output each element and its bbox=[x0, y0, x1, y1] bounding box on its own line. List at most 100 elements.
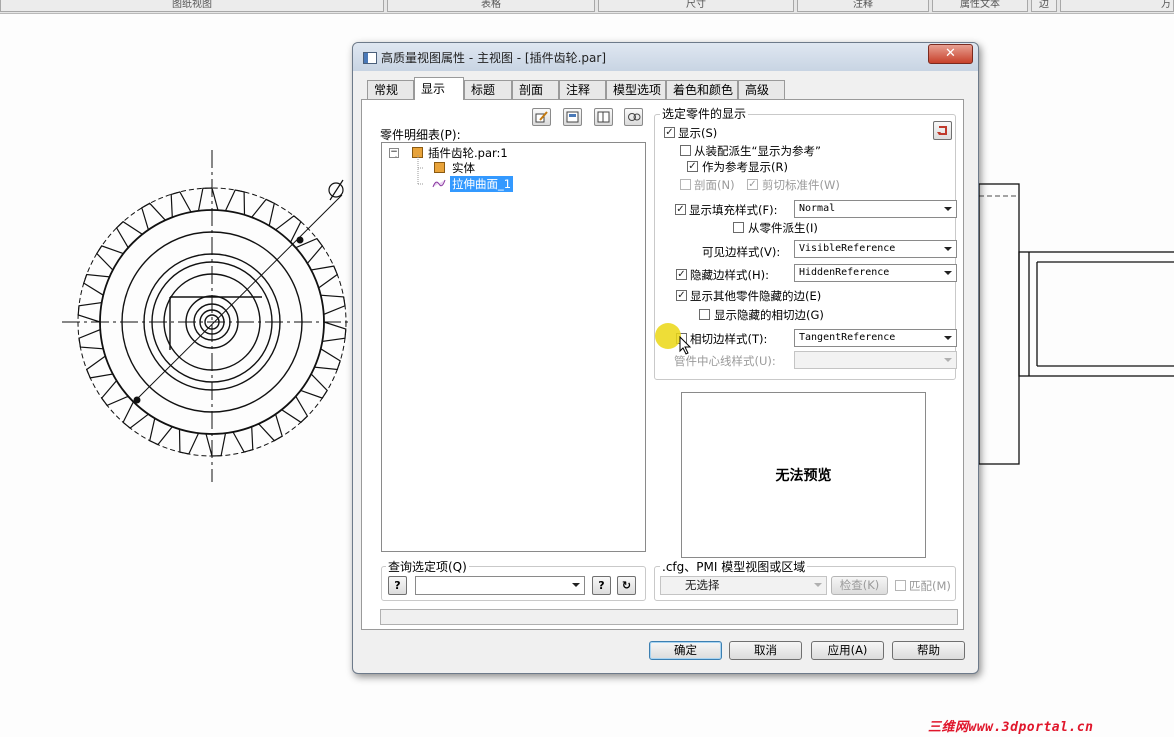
cfg-select[interactable]: 无选择 bbox=[660, 576, 827, 595]
chevron-down-icon bbox=[944, 271, 952, 275]
fill-style-label: 显示填充样式(F): bbox=[689, 203, 778, 217]
hidden-edge-label: 隐藏边样式(H): bbox=[690, 268, 769, 282]
cancel-button[interactable]: 取消 bbox=[729, 641, 802, 660]
toolbar-tab-annotation[interactable]: 注释 bbox=[797, 0, 929, 12]
close-button[interactable]: ✕ bbox=[928, 44, 973, 64]
tab-advanced[interactable]: 高级 bbox=[738, 80, 785, 99]
table-columns-icon bbox=[597, 111, 610, 123]
show-as-reference-checkbox[interactable]: ✓ bbox=[687, 161, 698, 172]
tab-annotation[interactable]: 注释 bbox=[559, 80, 606, 99]
show-other-hidden-checkbox[interactable]: ✓ bbox=[676, 290, 687, 301]
dialog-title: 高质量视图属性 - 主视图 - [插件齿轮.par] bbox=[381, 51, 607, 65]
display-tab-page: 零件明细表(P): − 插件齿轮.par:1 实体 拉伸曲面_1 选定零件的显示… bbox=[361, 99, 964, 630]
tree-root-item[interactable]: 插件齿轮.par:1 bbox=[428, 145, 508, 161]
clip-plane-checkbox[interactable]: ✓ bbox=[747, 179, 758, 190]
chevron-down-icon bbox=[944, 247, 952, 251]
toolbar-tab-drawing-view[interactable]: 图纸视图 bbox=[0, 0, 384, 12]
parts-tree[interactable]: − 插件齿轮.par:1 实体 拉伸曲面_1 bbox=[381, 142, 646, 552]
derive-from-part-checkbox[interactable] bbox=[733, 222, 744, 233]
query-select[interactable] bbox=[415, 576, 585, 595]
mouse-cursor-icon bbox=[679, 336, 692, 355]
cfg-group-title: .cfg、PMI 模型视图或区域 bbox=[660, 558, 808, 575]
preview-message: 无法预览 bbox=[775, 468, 832, 484]
tab-caption[interactable]: 标题 bbox=[464, 80, 512, 99]
tool-button-1[interactable] bbox=[532, 108, 551, 126]
reset-arrow-icon bbox=[937, 126, 947, 135]
fill-style-checkbox[interactable]: ✓ bbox=[675, 204, 686, 215]
toolbar-tab-edge[interactable]: 边 bbox=[1031, 0, 1057, 12]
preview-pane: 无法预览 bbox=[681, 392, 926, 558]
diameter-symbol bbox=[328, 179, 344, 201]
fill-style-value: Normal bbox=[799, 203, 836, 214]
tree-lines bbox=[395, 155, 424, 185]
toolbar-tab-dimension[interactable]: 尺寸 bbox=[598, 0, 794, 12]
reset-display-button[interactable] bbox=[933, 121, 952, 140]
status-bar bbox=[380, 609, 958, 625]
visible-edge-value: VisibleReference bbox=[799, 243, 896, 254]
show-checkbox[interactable]: ✓ bbox=[664, 127, 675, 138]
check-button[interactable]: 检查(K) bbox=[831, 576, 888, 595]
derive-from-part-label: 从零件派生(I) bbox=[748, 221, 818, 235]
surface-icon bbox=[432, 179, 446, 188]
show-other-hidden-label: 显示其他零件隐藏的边(E) bbox=[690, 289, 822, 303]
chevron-down-icon bbox=[944, 358, 952, 362]
center-lines bbox=[62, 150, 362, 482]
tangent-edge-label: 相切边样式(T): bbox=[690, 332, 768, 346]
tool-button-3[interactable] bbox=[594, 108, 613, 126]
query-help-button-2[interactable]: ? bbox=[592, 576, 611, 595]
clip-plane-label: 剪切标准件(W) bbox=[762, 178, 840, 192]
query-help-button[interactable]: ? bbox=[388, 576, 407, 595]
tree-item-solid[interactable]: 实体 bbox=[452, 160, 475, 176]
solid-body-icon bbox=[434, 162, 445, 173]
show-hidden-tangent-checkbox[interactable] bbox=[699, 309, 710, 320]
apply-button[interactable]: 应用(A) bbox=[811, 641, 884, 660]
tool-button-4[interactable] bbox=[624, 108, 643, 126]
pipe-centerline-select[interactable] bbox=[794, 351, 957, 369]
dialog-titlebar[interactable]: 高质量视图属性 - 主视图 - [插件齿轮.par] ✕ bbox=[353, 43, 978, 71]
help-button[interactable]: 帮助 bbox=[892, 641, 965, 660]
section-label: 剖面(N) bbox=[694, 178, 735, 192]
match-checkbox[interactable] bbox=[895, 580, 906, 591]
chevron-down-icon bbox=[572, 583, 580, 587]
tangent-edge-value: TangentReference bbox=[799, 332, 896, 343]
edit-style-icon bbox=[535, 111, 548, 123]
chevron-down-icon bbox=[814, 583, 822, 587]
select-parts-icon bbox=[566, 111, 579, 123]
tree-item-extruded-surface[interactable]: 拉伸曲面_1 bbox=[450, 176, 514, 192]
tab-section[interactable]: 剖面 bbox=[512, 80, 559, 99]
show-label: 显示(S) bbox=[678, 126, 718, 140]
hidden-edge-value: HiddenReference bbox=[799, 267, 890, 278]
view-properties-dialog: 高质量视图属性 - 主视图 - [插件齿轮.par] ✕ 常规 显示 标题 剖面… bbox=[352, 42, 979, 674]
toolbar-tab-table[interactable]: 表格 bbox=[387, 0, 595, 12]
query-group-title: 查询选定项(Q) bbox=[386, 558, 469, 575]
tool-button-2[interactable] bbox=[563, 108, 582, 126]
visible-edge-label: 可见边样式(V): bbox=[702, 245, 781, 259]
app-icon bbox=[363, 52, 377, 64]
tangent-edge-select[interactable]: TangentReference bbox=[794, 329, 957, 347]
find-parts-icon bbox=[628, 113, 641, 121]
watermark-logo: 三维网www.3dportal.cn bbox=[928, 720, 1094, 735]
side-view-drawing bbox=[978, 183, 1174, 465]
ok-button[interactable]: 确定 bbox=[649, 641, 722, 660]
toolbar-tab-property-text[interactable]: 属性文本 bbox=[932, 0, 1028, 12]
click-highlight bbox=[655, 323, 681, 349]
section-checkbox[interactable] bbox=[680, 179, 691, 190]
part-display-group-title: 选定零件的显示 bbox=[660, 105, 749, 122]
fill-style-select[interactable]: Normal bbox=[794, 200, 957, 218]
visible-edge-select[interactable]: VisibleReference bbox=[794, 240, 957, 258]
chevron-down-icon bbox=[944, 207, 952, 211]
toolbar-tab-more[interactable]: 万 bbox=[1060, 0, 1174, 12]
tab-display[interactable]: 显示 bbox=[414, 77, 464, 100]
match-label: 匹配(M) bbox=[909, 579, 951, 593]
show-as-reference-label: 作为参考显示(R) bbox=[702, 160, 788, 174]
hidden-edge-select[interactable]: HiddenReference bbox=[794, 264, 957, 282]
tab-general[interactable]: 常规 bbox=[367, 80, 414, 99]
cfg-value: 无选择 bbox=[685, 578, 720, 592]
tab-model-options[interactable]: 模型选项 bbox=[606, 80, 666, 99]
run-query-button[interactable]: ↻ bbox=[617, 576, 636, 595]
hidden-edge-checkbox[interactable]: ✓ bbox=[676, 269, 687, 280]
derive-from-assembly-checkbox[interactable] bbox=[680, 145, 691, 156]
show-hidden-tangent-label: 显示隐藏的相切边(G) bbox=[714, 308, 824, 322]
tab-shading-color[interactable]: 着色和颜色 bbox=[666, 80, 738, 99]
parts-list-label: 零件明细表(P): bbox=[380, 128, 461, 142]
